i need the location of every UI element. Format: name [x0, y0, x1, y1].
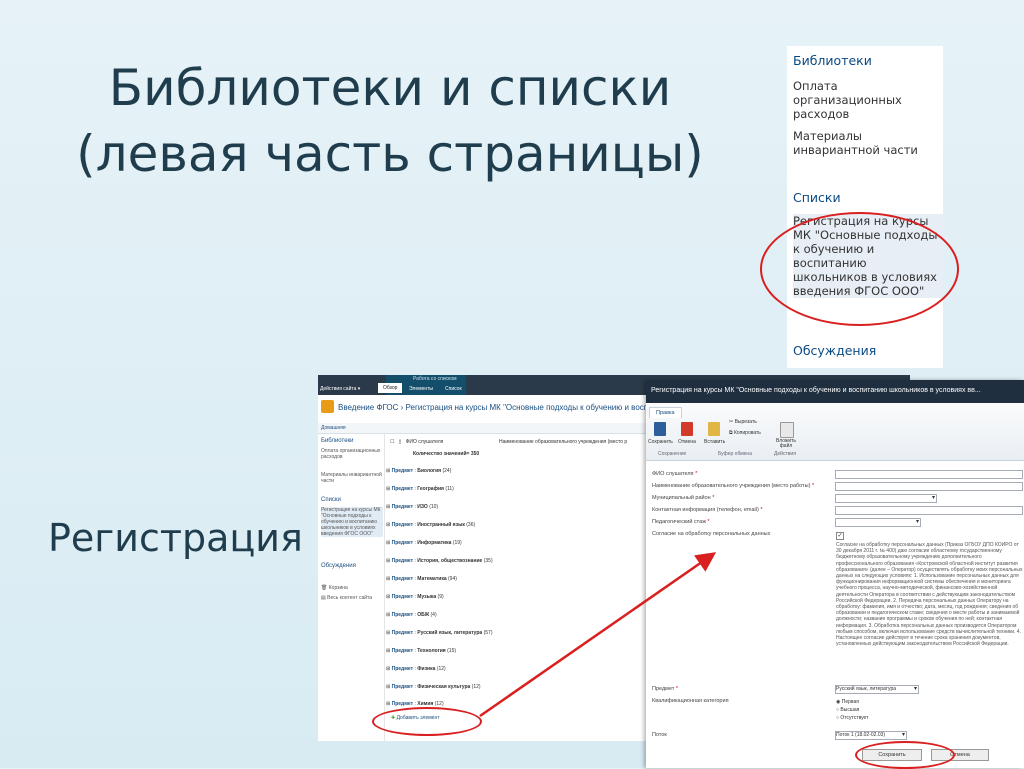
annotation-arrow — [479, 552, 717, 718]
